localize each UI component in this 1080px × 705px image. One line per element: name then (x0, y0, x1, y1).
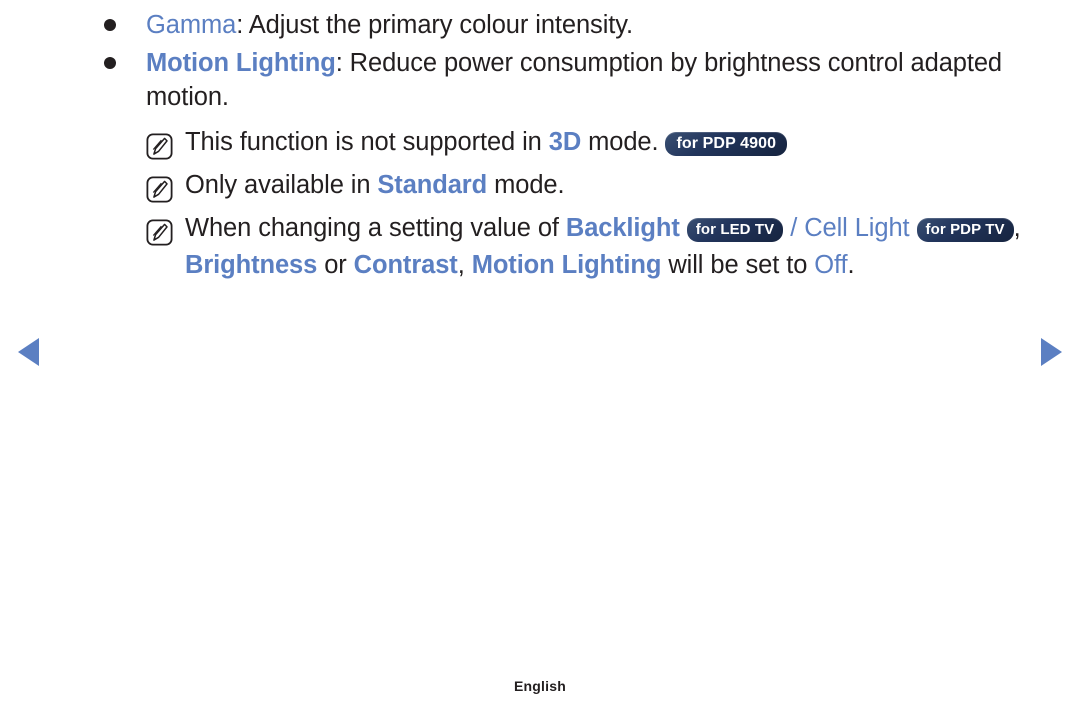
note-item: When changing a setting value of Backlig… (146, 210, 1044, 284)
note-keyword-3d: 3D (548, 128, 582, 156)
note-segment: When changing a setting value of (185, 214, 566, 242)
note-segment: , (457, 251, 472, 279)
note-item: Only available in Standard mode. (146, 167, 1044, 204)
setting-name-gamma: Gamma (146, 11, 237, 39)
note-pencil-icon (146, 176, 173, 203)
bullet-text: Gamma: Adjust the primary colour intensi… (146, 8, 1044, 42)
note-text: This function is not supported in 3D mod… (185, 124, 1044, 161)
setting-name-motion-lighting: Motion Lighting (146, 49, 336, 77)
note-segment: . (847, 251, 855, 279)
note-segment: will be set to (661, 251, 815, 279)
note-item: This function is not supported in 3D mod… (146, 124, 1044, 161)
triangle-right-icon[interactable] (1041, 338, 1062, 366)
model-badge: for LED TV (686, 218, 784, 242)
language-footer: English (514, 678, 566, 694)
bullet-separator: : (236, 11, 249, 39)
note-segment: mode. (487, 171, 565, 199)
note-pencil-icon (146, 133, 173, 160)
bullet-description: Adjust the primary colour intensity. (248, 11, 634, 39)
bullet-dot-icon (104, 19, 116, 31)
note-keyword-cell-light: / Cell Light (783, 214, 917, 242)
note-keyword-brightness: Brightness (185, 251, 318, 279)
content-area: Gamma: Adjust the primary colour intensi… (104, 8, 1044, 290)
note-segment (680, 214, 687, 242)
list-item: Gamma: Adjust the primary colour intensi… (104, 8, 1044, 42)
model-badge: for PDP 4900 (665, 132, 788, 156)
note-keyword-motion-lighting: Motion Lighting (471, 251, 662, 279)
manual-page: Gamma: Adjust the primary colour intensi… (0, 0, 1080, 705)
note-keyword-contrast: Contrast (353, 251, 458, 279)
note-text: Only available in Standard mode. (185, 167, 1044, 204)
note-segment: This function is not supported in (185, 128, 549, 156)
note-segment: mode. (581, 128, 666, 156)
note-list: This function is not supported in 3D mod… (146, 124, 1044, 284)
bullet-dot-icon (104, 57, 116, 69)
note-keyword-off: Off (814, 251, 848, 279)
note-segment: Only available in (185, 171, 378, 199)
note-pencil-icon (146, 219, 173, 246)
list-item: Motion Lighting: Reduce power consumptio… (104, 46, 1044, 114)
note-keyword-backlight: Backlight (565, 214, 680, 242)
bullet-separator: : (335, 49, 350, 77)
note-segment: , (1013, 214, 1021, 242)
note-text: When changing a setting value of Backlig… (185, 210, 1044, 284)
triangle-left-icon[interactable] (18, 338, 39, 366)
model-badge: for PDP TV (916, 218, 1014, 242)
note-keyword-standard: Standard (377, 171, 488, 199)
note-segment: or (317, 251, 354, 279)
bullet-text: Motion Lighting: Reduce power consumptio… (146, 46, 1044, 114)
